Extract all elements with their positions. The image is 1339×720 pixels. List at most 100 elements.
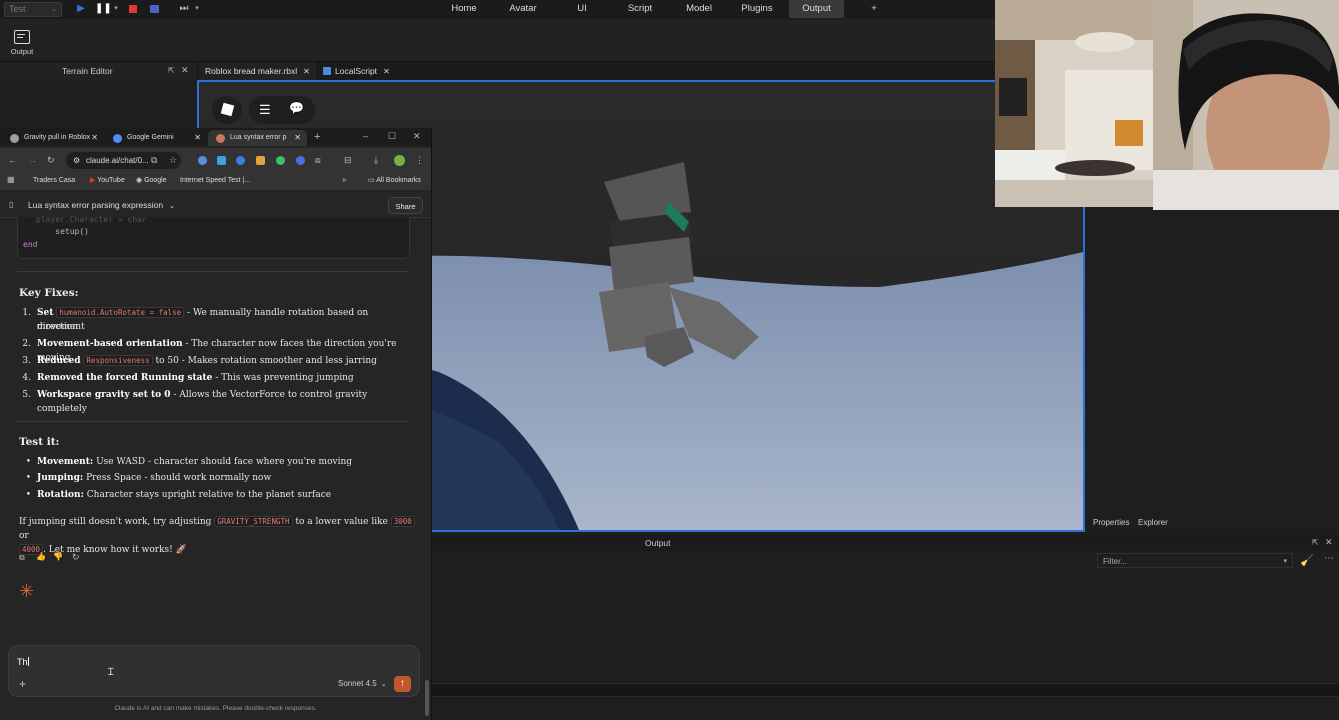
close-icon[interactable]: ✕	[383, 67, 390, 76]
minimize-icon[interactable]: –	[363, 131, 368, 141]
tab-properties[interactable]: Properties	[1093, 518, 1129, 527]
download-icon[interactable]: ⤓	[374, 155, 378, 166]
message-input[interactable]: Th	[17, 657, 217, 667]
output-filter-input[interactable]: Filter... ▾	[1097, 553, 1293, 568]
popout-icon[interactable]: ⇱	[1312, 538, 1319, 547]
forward-icon[interactable]: →	[28, 155, 37, 165]
tab-explorer[interactable]: Explorer	[1138, 518, 1168, 527]
claude-icon	[216, 134, 225, 143]
tab-ui[interactable]: UI	[570, 0, 594, 18]
tab-model[interactable]: Model	[678, 0, 720, 18]
extension-icon[interactable]	[256, 156, 265, 165]
browser-menu-icon[interactable]: ⋮	[415, 155, 424, 166]
extension-icon[interactable]	[198, 156, 207, 165]
cast-icon[interactable]: ⧉	[151, 155, 157, 166]
play-icon[interactable]: ▶	[75, 3, 87, 15]
extension-icon[interactable]	[217, 156, 226, 165]
chevron-down-icon: ⌄	[380, 681, 387, 688]
sidebar-toggle-icon[interactable]: ▯	[9, 200, 13, 209]
back-icon[interactable]: ←	[8, 155, 17, 165]
apps-grid-icon[interactable]: ▦	[7, 175, 15, 184]
browser-tab-gravity[interactable]: Gravity pull in Roblox ✕	[2, 130, 104, 146]
send-button[interactable]: ↑	[394, 676, 411, 692]
stop-icon[interactable]	[127, 3, 139, 15]
tab-localscript[interactable]: LocalScript ✕	[317, 62, 396, 80]
message-composer[interactable]	[8, 645, 420, 697]
address-bar[interactable]: ⚙ claude.ai/chat/0...	[66, 152, 181, 169]
bookmark-speed-test[interactable]: Internet Speed Test |...	[180, 175, 250, 187]
list-item-text: Press Space - should work normally now	[83, 473, 272, 483]
tab-avatar[interactable]: Avatar	[502, 0, 544, 18]
list-number: 3.	[22, 356, 31, 366]
close-icon[interactable]: ✕	[303, 67, 310, 76]
terrain-editor-title: Terrain Editor	[62, 66, 113, 76]
document-tabs: Roblox bread maker.rbxl ✕ LocalScript ✕	[197, 62, 994, 80]
tab-home[interactable]: Home	[444, 0, 484, 18]
extension-icon[interactable]	[296, 156, 305, 165]
thumbs-up-icon[interactable]: 👍	[36, 552, 46, 561]
close-icon[interactable]: ✕	[1325, 537, 1333, 548]
bookmark-all[interactable]: ▭ All Bookmarks	[368, 175, 421, 187]
browser-tab-gemini[interactable]: Google Gemini ✕	[105, 130, 207, 146]
bookmark-label: Traders Casa	[33, 177, 76, 184]
list-item-text: to 50 - Makes rotation smoother and less…	[152, 356, 377, 366]
tab-search-icon[interactable]: ⊟	[344, 155, 352, 166]
add-attachment-icon[interactable]: +	[19, 677, 26, 691]
extension-icon[interactable]	[276, 156, 285, 165]
step-icon[interactable]: ⏭	[178, 3, 190, 15]
browser-tab-claude[interactable]: Lua syntax error p ✕	[208, 130, 307, 146]
bookmark-traders-casa[interactable]: Traders Casa	[33, 175, 75, 187]
paragraph-text: to a lower value like	[295, 517, 388, 527]
bookmark-label: Google	[144, 177, 167, 184]
text-cursor-icon: Ɪ	[108, 667, 114, 678]
chevron-down-icon[interactable]: ▾	[110, 3, 122, 15]
closing-paragraph: If jumping still doesn't work, try adjus…	[19, 515, 419, 557]
pause-icon[interactable]: ❚❚	[95, 3, 112, 15]
clear-output-icon[interactable]: 🧹	[1300, 554, 1314, 567]
step-dropdown-icon[interactable]: ▾	[191, 3, 203, 15]
tab-plugins[interactable]: Plugins	[736, 0, 778, 18]
close-icon[interactable]: ✕	[194, 130, 201, 146]
more-options-icon[interactable]: ⋯	[1324, 553, 1334, 564]
maximize-icon[interactable]: ☐	[388, 131, 396, 142]
scrollbar[interactable]	[425, 680, 429, 716]
model-selector[interactable]: Sonnet 4.5 ⌄	[338, 679, 387, 688]
server-icon[interactable]	[148, 3, 160, 15]
close-window-icon[interactable]: ✕	[413, 131, 421, 142]
bookmark-label: All Bookmarks	[376, 177, 421, 184]
more-bookmarks-icon[interactable]: »	[342, 175, 346, 184]
extension-icon[interactable]	[236, 156, 245, 165]
test-mode-select[interactable]: Test ⌄	[4, 2, 62, 17]
reload-icon[interactable]: ↻	[47, 155, 55, 166]
thumbs-down-icon[interactable]: 👎	[53, 552, 63, 561]
hamburger-menu-icon[interactable]: ☰	[259, 102, 271, 118]
popout-icon[interactable]: ⇱	[168, 66, 175, 75]
bookmark-youtube[interactable]: ▶ YouTube	[90, 175, 125, 187]
tab-add[interactable]: +	[866, 0, 882, 18]
divider	[17, 421, 409, 422]
site-info-icon[interactable]: ⚙	[73, 152, 80, 169]
tab-place-file[interactable]: Roblox bread maker.rbxl ✕	[199, 62, 316, 80]
profile-avatar[interactable]	[394, 155, 405, 166]
chevron-down-icon[interactable]: ⌄	[169, 203, 175, 210]
close-icon[interactable]: ✕	[181, 65, 189, 76]
roblox-menu-button[interactable]	[212, 96, 242, 124]
copy-icon[interactable]: ⧉	[19, 553, 25, 563]
retry-icon[interactable]: ↻	[72, 552, 80, 563]
share-button[interactable]: Share	[388, 197, 423, 214]
bookmark-google[interactable]: ◉ Google	[136, 175, 167, 187]
command-bar[interactable]	[431, 683, 1339, 697]
extensions-puzzle-icon[interactable]: ⧈	[315, 155, 321, 166]
close-icon[interactable]: ✕	[294, 130, 301, 146]
chat-title[interactable]: Lua syntax error parsing expression ⌄	[28, 200, 175, 210]
bookmark-star-icon[interactable]: ☆	[169, 155, 177, 166]
chat-icon[interactable]: 💬	[289, 101, 304, 115]
close-icon[interactable]: ✕	[91, 130, 98, 146]
output-ribbon-button[interactable]: Output	[8, 26, 36, 60]
new-tab-icon[interactable]: +	[314, 131, 320, 143]
tab-output[interactable]: Output	[789, 0, 844, 18]
tab-script[interactable]: Script	[620, 0, 660, 18]
list-item-bold: Set	[37, 308, 54, 318]
google-icon: ◉	[136, 177, 145, 184]
test-it-heading: Test it:	[19, 436, 60, 448]
